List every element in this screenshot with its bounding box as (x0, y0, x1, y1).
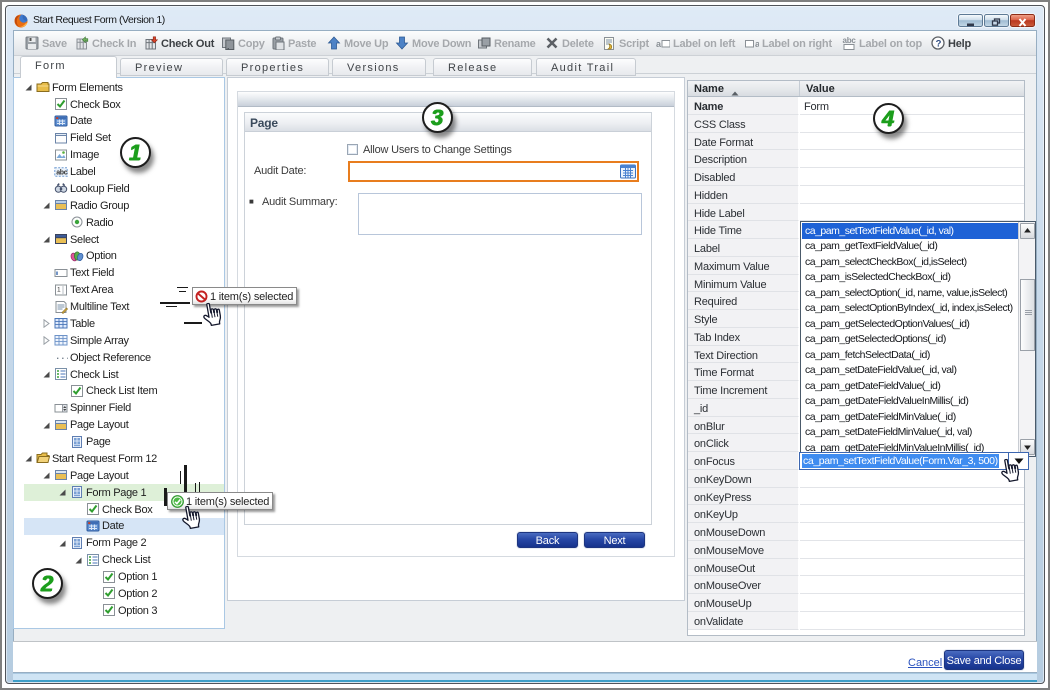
svg-text:?: ? (936, 38, 942, 49)
svg-text:abc: abc (843, 36, 857, 45)
svg-text:abc: abc (56, 169, 68, 176)
svg-text:...: ... (55, 352, 68, 362)
svg-text:a: a (755, 39, 759, 49)
svg-text:a: a (656, 39, 662, 49)
